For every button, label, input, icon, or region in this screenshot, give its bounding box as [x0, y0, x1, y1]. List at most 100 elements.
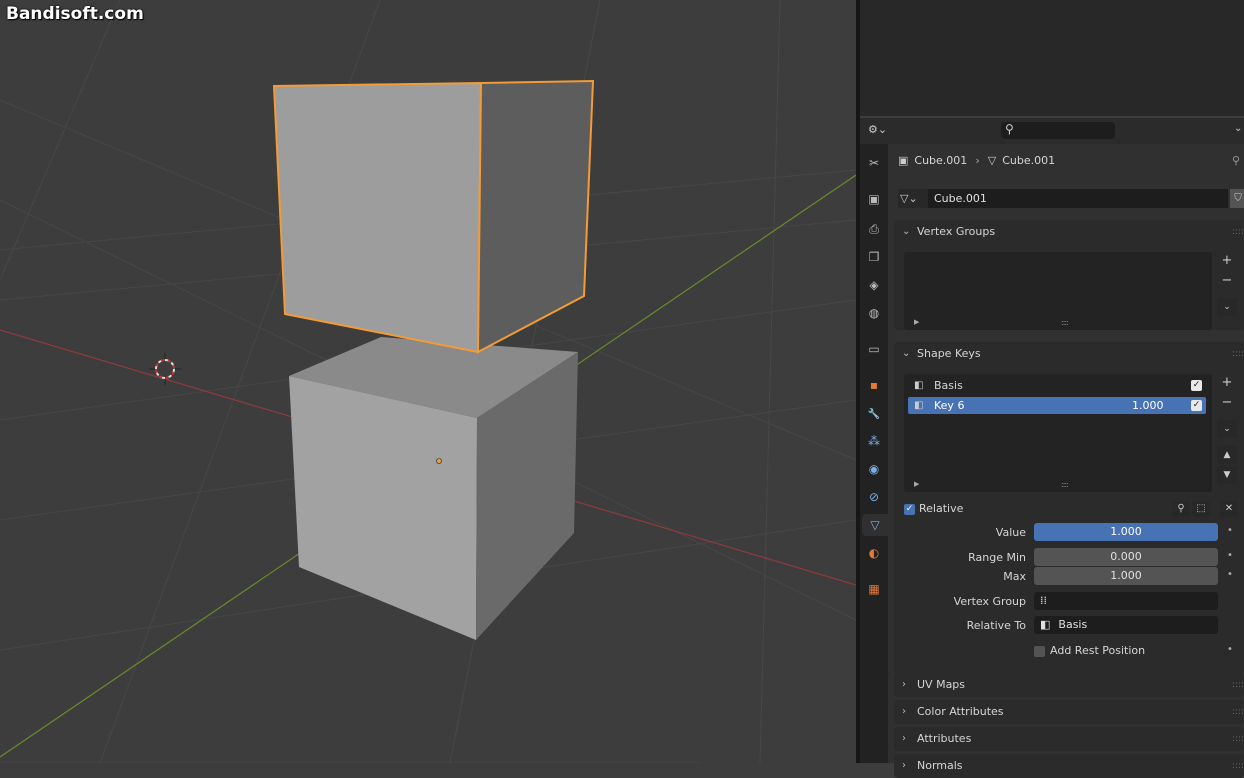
output-icon: ⎙: [869, 222, 879, 236]
shape-keys-header[interactable]: ⌄ Shape Keys ::::: [894, 342, 1244, 366]
relative-to-value: Basis: [1058, 618, 1088, 631]
mesh-datablock-row: ▽⌄ Cube.001 ⛉: [898, 189, 1244, 208]
value-label: Value: [995, 526, 1026, 539]
pin-shape-icon[interactable]: ⚲: [1172, 501, 1190, 517]
add-rest-position-label: Add Rest Position: [1050, 644, 1146, 657]
shape-key-item[interactable]: ◧ Basis ✓: [908, 377, 1206, 394]
object-origin-icon: [436, 458, 442, 464]
material-icon: ◐: [868, 546, 880, 560]
vertex-group-specials-button[interactable]: ⌄: [1217, 298, 1237, 316]
particles-tab[interactable]: ⁂: [864, 430, 884, 452]
panel-title: UV Maps: [917, 678, 966, 691]
editor-type-button[interactable]: ⚙⌄: [868, 123, 898, 139]
data-tab[interactable]: ▽: [862, 514, 888, 536]
mesh-name-field[interactable]: Cube.001: [928, 189, 1228, 208]
panel-title: Vertex Groups: [917, 225, 996, 238]
panel-title: Attributes: [917, 732, 972, 745]
add-shape-key-button[interactable]: +: [1217, 374, 1237, 392]
3d-viewport[interactable]: Bandisoft.com: [0, 0, 856, 763]
outliner-area[interactable]: [860, 0, 1244, 116]
shape-key-specials-button[interactable]: ⌄: [1217, 420, 1237, 438]
uv-maps-panel[interactable]: › UV Maps ::::: [894, 673, 1244, 697]
drag-grip-icon[interactable]: ::::: [1232, 727, 1244, 751]
header-options-dropdown[interactable]: ⌄: [1234, 123, 1242, 134]
modifier-tab[interactable]: 🔧: [864, 402, 884, 424]
clear-shape-icon[interactable]: ✕: [1220, 501, 1238, 517]
constraints-tab[interactable]: ⊘: [864, 486, 884, 508]
move-down-button[interactable]: ▼: [1217, 466, 1237, 484]
relative-checkbox[interactable]: ✓: [904, 504, 915, 515]
collection-tab[interactable]: ▭: [864, 338, 884, 360]
3d-cursor[interactable]: [149, 353, 181, 385]
shape-key-mute-checkbox[interactable]: ✓: [1191, 380, 1202, 391]
tool-tab[interactable]: ✂: [864, 152, 884, 174]
shape-key-name: Basis: [934, 379, 963, 392]
search-input[interactable]: ⚲: [1001, 122, 1115, 139]
viewport-scene: [0, 0, 856, 763]
add-vertex-group-button[interactable]: +: [1217, 252, 1237, 270]
pin-icon[interactable]: ⚲: [1232, 154, 1240, 167]
remove-vertex-group-button[interactable]: −: [1217, 272, 1237, 290]
view-layer-tab[interactable]: ❐: [864, 246, 884, 268]
list-resize-grip-icon[interactable]: ::::: [1061, 480, 1069, 489]
edit-mode-shape-icon[interactable]: ⬚: [1192, 501, 1210, 517]
collection-icon: ▭: [868, 342, 880, 356]
scene-icon: ◈: [869, 278, 879, 292]
drag-grip-icon[interactable]: ::::: [1232, 673, 1244, 697]
output-tab[interactable]: ⎙: [864, 218, 884, 240]
max-field[interactable]: 1.000: [1034, 567, 1218, 585]
relative-to-field[interactable]: ◧ Basis: [1034, 616, 1218, 634]
keyframe-dot-icon[interactable]: •: [1227, 525, 1233, 536]
value-slider[interactable]: 1.000: [1034, 523, 1218, 541]
range-min-field[interactable]: 0.000: [1034, 548, 1218, 566]
fake-user-shield-icon[interactable]: ⛉: [1230, 189, 1244, 208]
chevron-down-icon: ⌄: [902, 226, 911, 237]
scene-tab[interactable]: ◈: [864, 274, 884, 296]
mesh-browse-button[interactable]: ▽⌄: [898, 189, 928, 208]
mesh-icon: ▽: [987, 154, 997, 167]
vertex-groups-panel: ⌄ Vertex Groups :::: ▶ :::: + − ⌄: [894, 220, 1244, 330]
object-tab[interactable]: ▪: [864, 374, 884, 396]
drag-grip-icon[interactable]: ::::: [1232, 220, 1244, 244]
vertex-group-list[interactable]: ▶ ::::: [904, 252, 1212, 330]
vertex-group-field[interactable]: ⁞⁞: [1034, 592, 1218, 610]
drag-grip-icon[interactable]: ::::: [1232, 700, 1244, 724]
add-rest-position-checkbox[interactable]: [1034, 646, 1045, 657]
keyframe-dot-icon[interactable]: •: [1227, 550, 1233, 561]
particles-icon: ⁂: [868, 434, 880, 448]
remove-shape-key-button[interactable]: −: [1217, 394, 1237, 412]
vertex-group-icon: ⁞⁞: [1040, 594, 1047, 607]
tool-icon: ✂: [868, 156, 880, 170]
render-tab[interactable]: ▣: [864, 188, 884, 210]
keyframe-dot-icon[interactable]: •: [1227, 569, 1233, 580]
chevron-right-icon: ›: [975, 154, 980, 167]
attributes-panel[interactable]: › Attributes ::::: [894, 727, 1244, 751]
breadcrumb-mesh: Cube.001: [1002, 154, 1056, 167]
move-up-button[interactable]: ▲: [1217, 446, 1237, 464]
properties-content: ▣ Cube.001 › ▽ Cube.001 ⚲ ▽⌄ Cube.001 ⛉ ⌄ Ve…: [888, 144, 1244, 778]
expand-filter-icon[interactable]: ▶: [914, 318, 919, 326]
shape-keys-panel: ⌄ Shape Keys :::: ◧ Basis ✓ ◧ Key 6 1.00…: [894, 342, 1244, 674]
shape-key-list[interactable]: ◧ Basis ✓ ◧ Key 6 1.000 ✓ ▶ ::::: [904, 374, 1212, 492]
shape-key-value[interactable]: 1.000: [1132, 397, 1164, 414]
keyframe-dot-icon[interactable]: •: [1227, 644, 1233, 655]
search-icon: ⚲: [1005, 122, 1014, 136]
shape-key-mute-checkbox[interactable]: ✓: [1191, 400, 1202, 411]
cube-bottom[interactable]: [289, 337, 578, 640]
world-tab[interactable]: ◍: [864, 302, 884, 324]
texture-tab[interactable]: ▦: [864, 578, 884, 600]
shape-key-item-active[interactable]: ◧ Key 6 1.000 ✓: [908, 397, 1206, 414]
cube-top-selected[interactable]: [272, 79, 595, 354]
chevron-down-icon: ⌄: [902, 348, 911, 359]
relative-label: Relative: [919, 502, 964, 515]
drag-grip-icon[interactable]: ::::: [1232, 342, 1244, 366]
physics-tab[interactable]: ◉: [864, 458, 884, 480]
properties-editor: ⚙⌄ ⚲ ⌄ ✂ ▣ ⎙ ❐ ◈ ◍ ▭ ▪ 🔧 ⁂ ◉ ⊘ ▽ ◐ ▦ ▣ Cu…: [860, 118, 1244, 778]
material-tab[interactable]: ◐: [864, 542, 884, 564]
normals-panel[interactable]: › Normals ::::: [894, 754, 1244, 778]
color-attributes-panel[interactable]: › Color Attributes ::::: [894, 700, 1244, 724]
expand-filter-icon[interactable]: ▶: [914, 480, 919, 488]
vertex-groups-header[interactable]: ⌄ Vertex Groups ::::: [894, 220, 1244, 244]
list-resize-grip-icon[interactable]: ::::: [1061, 318, 1069, 327]
drag-grip-icon[interactable]: ::::: [1232, 754, 1244, 778]
